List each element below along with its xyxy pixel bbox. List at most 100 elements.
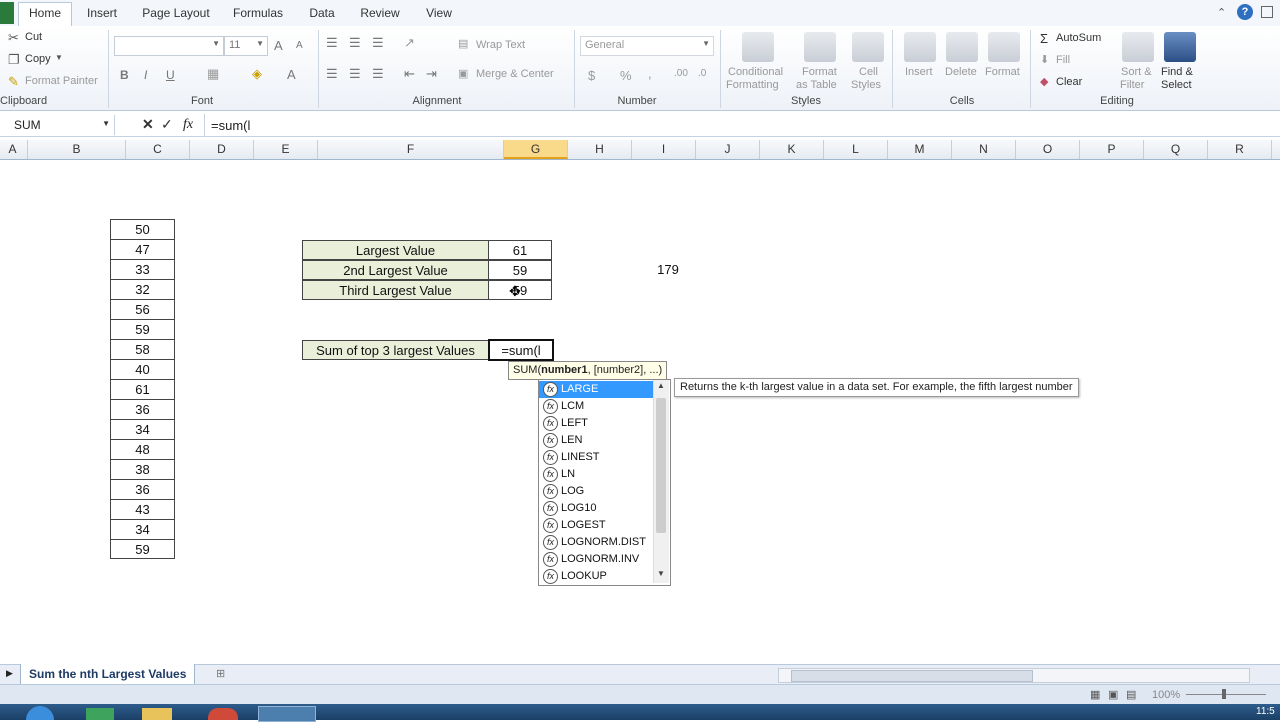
decrease-decimal-icon[interactable]: .0 <box>698 68 706 79</box>
sum-label-cell[interactable]: Sum of top 3 largest Values <box>302 340 489 360</box>
column-header-r[interactable]: R <box>1208 140 1272 159</box>
align-bottom-icon[interactable]: ☰ <box>372 35 384 51</box>
bold-button[interactable]: B <box>120 68 129 82</box>
function-signature-tooltip[interactable]: SUM(number1, [number2], ...) <box>508 361 668 380</box>
column-c-cell[interactable]: 34 <box>110 519 175 539</box>
column-c-cell[interactable]: 40 <box>110 359 175 379</box>
font-size-combo[interactable]: 11 ▼ <box>224 36 268 56</box>
zoom-slider[interactable] <box>1186 694 1266 695</box>
column-header-g[interactable]: G <box>504 140 568 159</box>
wrap-text-button[interactable]: Wrap Text <box>476 39 525 51</box>
autocomplete-item[interactable]: fx LOG <box>539 483 653 500</box>
tab-page-layout[interactable]: Page Layout <box>138 4 214 24</box>
autocomplete-item[interactable]: fx LOGNORM.DIST <box>539 534 653 551</box>
cancel-entry-icon[interactable]: ✕ <box>142 116 154 133</box>
font-color-button[interactable]: A <box>287 67 296 82</box>
comma-button[interactable]: , <box>648 66 652 81</box>
autocomplete-item[interactable]: fx LARGE <box>539 381 653 398</box>
currency-button[interactable]: $ <box>588 68 595 83</box>
tab-home[interactable]: Home <box>18 2 72 27</box>
autocomplete-item[interactable]: fx LOOKUP <box>539 568 653 585</box>
font-name-combo[interactable]: ▼ <box>114 36 224 56</box>
window-restore-icon[interactable] <box>1261 6 1273 18</box>
find-select-button[interactable]: Find & <box>1161 66 1193 78</box>
align-middle-icon[interactable]: ☰ <box>349 35 361 51</box>
column-header-i[interactable]: I <box>632 140 696 159</box>
align-top-icon[interactable]: ☰ <box>326 35 338 51</box>
increase-indent-icon[interactable]: ⇥ <box>426 66 437 82</box>
fill-color-icon[interactable]: ◈ <box>252 66 262 82</box>
fill-button[interactable]: Fill <box>1056 54 1070 66</box>
find-select-label-2[interactable]: Select <box>1161 79 1192 91</box>
autocomplete-scrollbar[interactable]: ▲ ▼ <box>653 380 669 583</box>
zoom-slider-thumb[interactable] <box>1222 689 1226 699</box>
horizontal-scrollbar[interactable] <box>778 668 1250 683</box>
autocomplete-item[interactable]: fx LEFT <box>539 415 653 432</box>
formula-input[interactable]: =sum(l <box>204 114 1280 136</box>
column-c-cell[interactable]: 47 <box>110 239 175 259</box>
autocomplete-item[interactable]: fx LCM <box>539 398 653 415</box>
column-c-cell[interactable]: 33 <box>110 259 175 279</box>
sheet-tab-active[interactable]: Sum the nth Largest Values <box>20 664 196 685</box>
align-left-icon[interactable]: ☰ <box>326 66 338 82</box>
file-tab[interactable] <box>0 2 14 24</box>
column-c-cell[interactable]: 48 <box>110 439 175 459</box>
page-break-view-icon[interactable]: ▤ <box>1126 688 1136 701</box>
taskbar-app-icon[interactable] <box>86 708 114 720</box>
side-value-cell[interactable]: 179 <box>636 260 700 280</box>
format-painter-button[interactable]: Format Painter <box>25 75 98 87</box>
decrease-indent-icon[interactable]: ⇤ <box>404 66 415 82</box>
autocomplete-item[interactable]: fx LOGEST <box>539 517 653 534</box>
insert-cells-button[interactable]: Insert <box>905 66 933 78</box>
help-icon[interactable]: ? <box>1237 4 1253 20</box>
folder-icon[interactable] <box>142 708 172 720</box>
autocomplete-item[interactable]: fx LOGNORM.INV <box>539 551 653 568</box>
column-c-cell[interactable]: 36 <box>110 399 175 419</box>
tab-view[interactable]: View <box>420 4 458 24</box>
column-header-n[interactable]: N <box>952 140 1016 159</box>
autocomplete-item[interactable]: fx LEN <box>539 432 653 449</box>
column-header-l[interactable]: L <box>824 140 888 159</box>
autosum-button[interactable]: AutoSum <box>1056 32 1101 44</box>
column-c-cell[interactable]: 32 <box>110 279 175 299</box>
zoom-level[interactable]: 100% <box>1152 689 1180 701</box>
clear-button[interactable]: Clear <box>1056 76 1082 88</box>
shrink-font-button[interactable]: A <box>296 40 303 51</box>
function-autocomplete-list[interactable]: fx LARGE fx LCM fx LEFT fx LEN fx LINEST fx LN fx LOG… <box>538 379 671 586</box>
borders-icon[interactable]: ▦ <box>207 66 219 82</box>
grow-font-button[interactable]: A <box>274 38 283 53</box>
active-editing-cell[interactable]: =sum(l <box>488 339 554 361</box>
column-header-h[interactable]: H <box>568 140 632 159</box>
column-c-cell[interactable]: 61 <box>110 379 175 399</box>
column-header-e[interactable]: E <box>254 140 318 159</box>
second-largest-value-cell[interactable]: 59 <box>488 260 552 280</box>
delete-cells-button[interactable]: Delete <box>945 66 977 78</box>
increase-decimal-icon[interactable]: .00 <box>674 68 688 79</box>
number-format-combo[interactable]: General ▼ <box>580 36 714 56</box>
column-header-c[interactable]: C <box>126 140 190 159</box>
column-header-o[interactable]: O <box>1016 140 1080 159</box>
underline-button[interactable]: U <box>166 68 175 82</box>
column-c-cell[interactable]: 56 <box>110 299 175 319</box>
third-largest-label-cell[interactable]: Third Largest Value <box>302 280 489 300</box>
italic-button[interactable]: I <box>144 68 147 82</box>
column-c-cell[interactable]: 43 <box>110 499 175 519</box>
column-header-a[interactable]: A <box>0 140 28 159</box>
scroll-up-icon[interactable]: ▲ <box>657 381 665 390</box>
column-header-b[interactable]: B <box>28 140 126 159</box>
cell-styles-button[interactable]: Cell <box>859 66 878 78</box>
normal-view-icon[interactable]: ▦ <box>1090 688 1100 701</box>
column-c-cell[interactable]: 38 <box>110 459 175 479</box>
sort-filter-label-2[interactable]: Filter <box>1120 79 1144 91</box>
start-button[interactable] <box>26 706 54 720</box>
autocomplete-item[interactable]: fx LOG10 <box>539 500 653 517</box>
cell-styles-label-2[interactable]: Styles <box>851 79 881 91</box>
column-c-cell[interactable]: 50 <box>110 219 175 239</box>
copy-dropdown-icon[interactable]: ▼ <box>55 53 63 62</box>
merge-center-button[interactable]: Merge & Center <box>476 68 554 80</box>
percent-button[interactable]: % <box>620 68 632 83</box>
tab-formulas[interactable]: Formulas <box>228 4 288 24</box>
largest-label-cell[interactable]: Largest Value <box>302 240 489 260</box>
column-c-cell[interactable]: 59 <box>110 319 175 339</box>
minimize-ribbon-icon[interactable]: ⌃ <box>1217 6 1226 19</box>
